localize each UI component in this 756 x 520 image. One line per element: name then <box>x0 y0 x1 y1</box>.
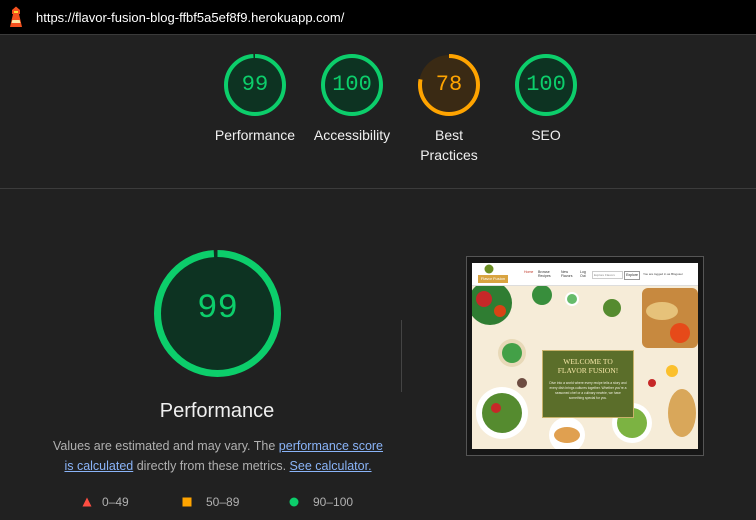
performance-description: Values are estimated and may vary. The p… <box>48 436 388 476</box>
legend-fail: 0–49 <box>82 495 129 509</box>
score-value: 99 <box>241 72 269 97</box>
score-label: Performance <box>214 127 296 143</box>
score-value: 100 <box>332 72 372 97</box>
screenshot-search-input: Explore Flavors <box>592 271 623 279</box>
triangle-icon <box>82 497 92 507</box>
screenshot-explore-button: Explore <box>624 271 640 280</box>
screenshot-navbar: Flavor Fusion Home Browse Recipes New Fl… <box>472 263 698 286</box>
nav-line: Out <box>580 274 586 278</box>
section-divider <box>0 188 756 189</box>
screenshot-nav-home: Home <box>524 270 534 274</box>
square-icon <box>182 497 192 507</box>
screenshot-brand: Flavor Fusion <box>478 275 508 283</box>
brand-logo-icon <box>484 264 494 274</box>
performance-title: Performance <box>159 400 275 422</box>
hero-title-line: WELCOME TO <box>563 357 613 366</box>
lighthouse-icon <box>10 6 22 27</box>
final-screenshot[interactable]: Flavor Fusion Home Browse Recipes New Fl… <box>466 256 704 456</box>
performance-score-value: 99 <box>197 290 238 328</box>
legend-pass: 90–100 <box>289 495 353 509</box>
screenshot-nav-browse: Browse Recipes <box>538 270 551 278</box>
hero-title-line: FLAVOR FUSION! <box>557 366 619 375</box>
score-label-line: Practices <box>420 147 478 163</box>
page-url[interactable]: https://flavor-fusion-blog-ffbf5a5ef8f9.… <box>36 10 344 25</box>
score-accessibility[interactable]: 100 Accessibility <box>307 52 397 145</box>
legend-range: 50–89 <box>206 495 240 509</box>
score-best-practices[interactable]: 78 Best Practices <box>404 52 494 165</box>
screenshot-hero-box: WELCOME TO FLAVOR FUSION! Dive into a wo… <box>542 350 634 418</box>
screenshot-nav-logout: Log Out <box>580 270 586 278</box>
screenshot-hero-title: WELCOME TO FLAVOR FUSION! <box>543 357 633 375</box>
see-calculator-link[interactable]: See calculator. <box>290 459 372 473</box>
circle-icon <box>289 497 299 507</box>
score-label: SEO <box>531 127 561 143</box>
nav-line: Recipes <box>538 274 551 278</box>
score-value: 100 <box>526 72 566 97</box>
address-bar: https://flavor-fusion-blog-ffbf5a5ef8f9.… <box>0 0 756 35</box>
screenshot-nav-new: New Flavors <box>561 270 572 278</box>
score-seo[interactable]: 100 SEO <box>501 52 591 145</box>
vertical-divider <box>401 320 402 392</box>
score-performance[interactable]: 99 Performance <box>210 52 300 145</box>
legend-average: 50–89 <box>182 495 239 509</box>
score-label: Best Practices <box>404 125 494 165</box>
nav-line: Flavors <box>561 274 573 278</box>
desc-text: directly from these metrics. <box>133 459 290 473</box>
performance-score-link[interactable]: performance score <box>279 439 383 453</box>
score-label-line: Best <box>434 127 463 143</box>
screenshot-hero-text: Dive into a world where every recipe tel… <box>549 381 627 400</box>
screenshot-page: Flavor Fusion Home Browse Recipes New Fl… <box>472 263 698 449</box>
legend-range: 0–49 <box>102 495 129 509</box>
desc-text: Values are estimated and may vary. The <box>52 439 279 453</box>
legend-range: 90–100 <box>313 495 354 509</box>
is-calculated-link[interactable]: is calculated <box>64 459 133 473</box>
score-value: 78 <box>435 72 463 97</box>
screenshot-logged-in-text: You are logged in as Bloguser <box>643 272 683 276</box>
score-label: Accessibility <box>313 127 391 143</box>
